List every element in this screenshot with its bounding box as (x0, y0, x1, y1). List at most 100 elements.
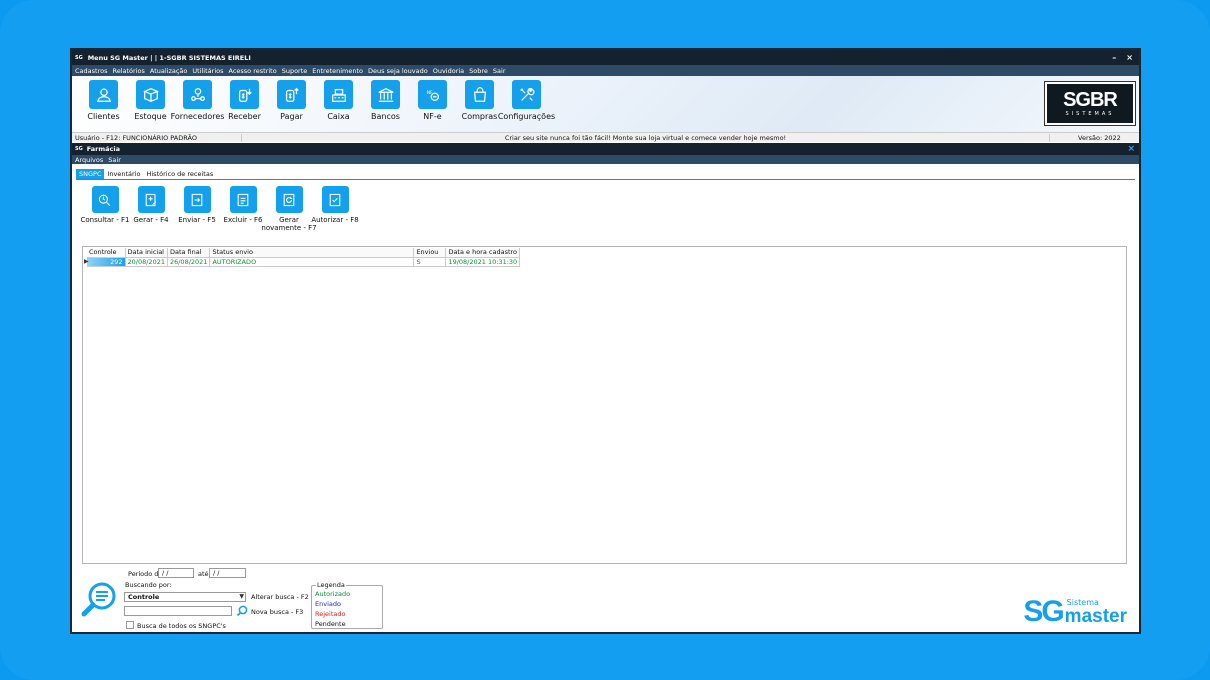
cell-controle[interactable]: 292 (87, 257, 126, 267)
menu-deus-seja-louvado[interactable]: Deus seja louvado (368, 67, 428, 75)
fornecedores-button[interactable]: Fornecedores (171, 80, 224, 121)
menu-farmacia-sair[interactable]: Sair (108, 156, 121, 164)
chevron-down-icon[interactable]: ▼ (239, 593, 244, 601)
minimize-button[interactable]: – (1112, 53, 1116, 62)
new-search-label[interactable]: Nova busca - F3 (251, 608, 303, 616)
menu-entretenimento[interactable]: Entretenimento (312, 67, 363, 75)
excluir-button[interactable]: Excluir - F6 (220, 186, 266, 234)
search-large-icon (81, 582, 116, 617)
consultar-button[interactable]: Consultar - F1 (80, 186, 130, 234)
menu-bar: Cadastros Relatórios Atualização Utilitá… (72, 65, 1139, 76)
menu-acesso-restrito[interactable]: Acesso restrito (229, 67, 277, 75)
col-enviou[interactable]: Enviou (413, 248, 447, 258)
menu-cadastros[interactable]: Cadastros (75, 67, 107, 75)
bank-icon (378, 87, 393, 102)
cell-status-envio[interactable]: AUTORIZADO (209, 257, 415, 267)
menu-utilitarios[interactable]: Utilitários (192, 67, 223, 75)
legend-pendente: Pendente (315, 620, 346, 628)
autorizar-button[interactable]: Autorizar - F8 (311, 186, 359, 234)
user-icon (96, 88, 111, 102)
cell-enviou[interactable]: S (413, 257, 447, 267)
bancos-button[interactable]: Bancos (362, 80, 409, 121)
gerar-novamente-label: Gerar novamente - F7 (261, 216, 317, 232)
magnifier-icon[interactable] (236, 605, 248, 617)
ribbon: Clientes Estoque Fornecedores Receber Pa… (72, 76, 1139, 132)
gerar-novamente-button[interactable]: Gerar novamente - F7 (261, 186, 317, 234)
col-controle[interactable]: Controle (87, 248, 126, 258)
compras-label: Compras (461, 112, 498, 121)
close-button[interactable]: × (1126, 53, 1133, 62)
menu-suporte[interactable]: Suporte (282, 67, 308, 75)
row-indicator-icon: ▶ (84, 258, 89, 265)
sngpc-grid[interactable]: ▶ Controle Data inicial Data final Statu… (82, 246, 1127, 564)
tab-inventario[interactable]: Inventário (104, 169, 143, 179)
compras-button[interactable]: Compras (456, 80, 503, 121)
window-title: Menu SG Master | | 1-SGBR SISTEMAS EIREL… (87, 53, 251, 62)
supplier-icon (190, 87, 205, 101)
menu-sobre[interactable]: Sobre (469, 67, 488, 75)
status-message: Criar seu site nunca foi tão fácil! Mont… (504, 133, 787, 142)
receber-button[interactable]: Receber (221, 80, 268, 121)
cell-data-final[interactable]: 26/08/2021 (167, 257, 211, 267)
gerar-button[interactable]: Gerar - F4 (128, 186, 174, 234)
excluir-label: Excluir - F6 (223, 216, 263, 224)
search-all-checkbox[interactable] (126, 621, 134, 629)
money-out-icon (285, 87, 299, 102)
shopping-bag-icon (473, 86, 486, 102)
date-from-field[interactable]: / / (158, 568, 194, 578)
farmacia-close-button[interactable]: × (1127, 144, 1139, 154)
main-window: SG Menu SG Master | | 1-SGBR SISTEMAS EI… (70, 48, 1141, 634)
menu-sair[interactable]: Sair (493, 67, 506, 75)
status-bar: Usuário - F12: FUNCIONÁRIO PADRÃO Criar … (72, 132, 1139, 142)
menu-arquivos[interactable]: Arquivos (75, 156, 103, 164)
tools-icon (519, 87, 535, 101)
title-bar: SG Menu SG Master | | 1-SGBR SISTEMAS EI… (72, 50, 1139, 65)
nfe-label: NF-e (423, 112, 442, 121)
nfe-button[interactable]: NF NF-e (409, 80, 456, 121)
col-status-envio[interactable]: Status envio (209, 248, 415, 258)
search-by-label: Buscando por: (125, 581, 172, 589)
logo-subtext: SISTEMAS (1065, 111, 1115, 117)
search-by-combo[interactable]: Controle ▼ (124, 592, 246, 602)
search-input[interactable] (124, 606, 232, 616)
version-label: Versão: 2022 (1049, 133, 1139, 142)
sg-master-logo: SG Sistema master (1023, 595, 1127, 628)
fornecedores-label: Fornecedores (170, 112, 225, 121)
pagar-button[interactable]: Pagar (268, 80, 315, 121)
date-to-field[interactable]: / / (209, 568, 246, 578)
cell-data-hora-cadastro[interactable]: 19/08/2021 10:31:30 (445, 257, 521, 267)
enviar-label: Enviar - F5 (178, 216, 216, 224)
table-row[interactable]: 292 20/08/2021 26/08/2021 AUTORIZADO S 1… (87, 257, 521, 267)
brand-master: master (1064, 606, 1127, 627)
user-status[interactable]: Usuário - F12: FUNCIONÁRIO PADRÃO (72, 133, 242, 142)
gerar-novamente-line2: novamente - F7 (261, 223, 317, 232)
farmacia-title: Farmácia (86, 145, 120, 153)
cell-data-inicial[interactable]: 20/08/2021 (125, 257, 168, 267)
caixa-label: Caixa (327, 112, 350, 121)
gerar-label: Gerar - F4 (133, 216, 169, 224)
menu-relatorios[interactable]: Relatórios (112, 67, 144, 75)
legend-enviado: Enviado (315, 600, 341, 608)
search-all-label: Busca de todos os SNGPC's (137, 622, 226, 630)
tab-sngpc[interactable]: SNGPC (76, 169, 105, 179)
menu-atualizacao[interactable]: Atualização (150, 67, 188, 75)
estoque-label: Estoque (134, 112, 167, 121)
clientes-button[interactable]: Clientes (80, 80, 127, 121)
col-data-hora-cadastro[interactable]: Data e hora cadastro (445, 248, 521, 258)
caixa-button[interactable]: Caixa (315, 80, 362, 121)
col-data-inicial[interactable]: Data inicial (125, 248, 168, 258)
tab-historico-receitas[interactable]: Histórico de receitas (143, 169, 216, 179)
delete-icon (237, 193, 249, 206)
col-data-final[interactable]: Data final (167, 248, 211, 258)
brand-sg: SG (1023, 595, 1064, 628)
tab-bar: SNGPC Inventário Histórico de receitas (76, 169, 1135, 180)
enviar-button[interactable]: Enviar - F5 (174, 186, 220, 234)
alter-search-label[interactable]: Alterar busca - F2 (251, 593, 309, 601)
generate-icon (145, 193, 157, 206)
legend-autorizado: Autorizado (315, 590, 351, 598)
configuracoes-button[interactable]: Configurações (498, 80, 555, 121)
estoque-button[interactable]: Estoque (127, 80, 174, 121)
menu-ouvidoria[interactable]: Ouvidoria (433, 67, 464, 75)
consultar-label: Consultar - F1 (80, 216, 130, 224)
money-in-icon (238, 88, 252, 102)
